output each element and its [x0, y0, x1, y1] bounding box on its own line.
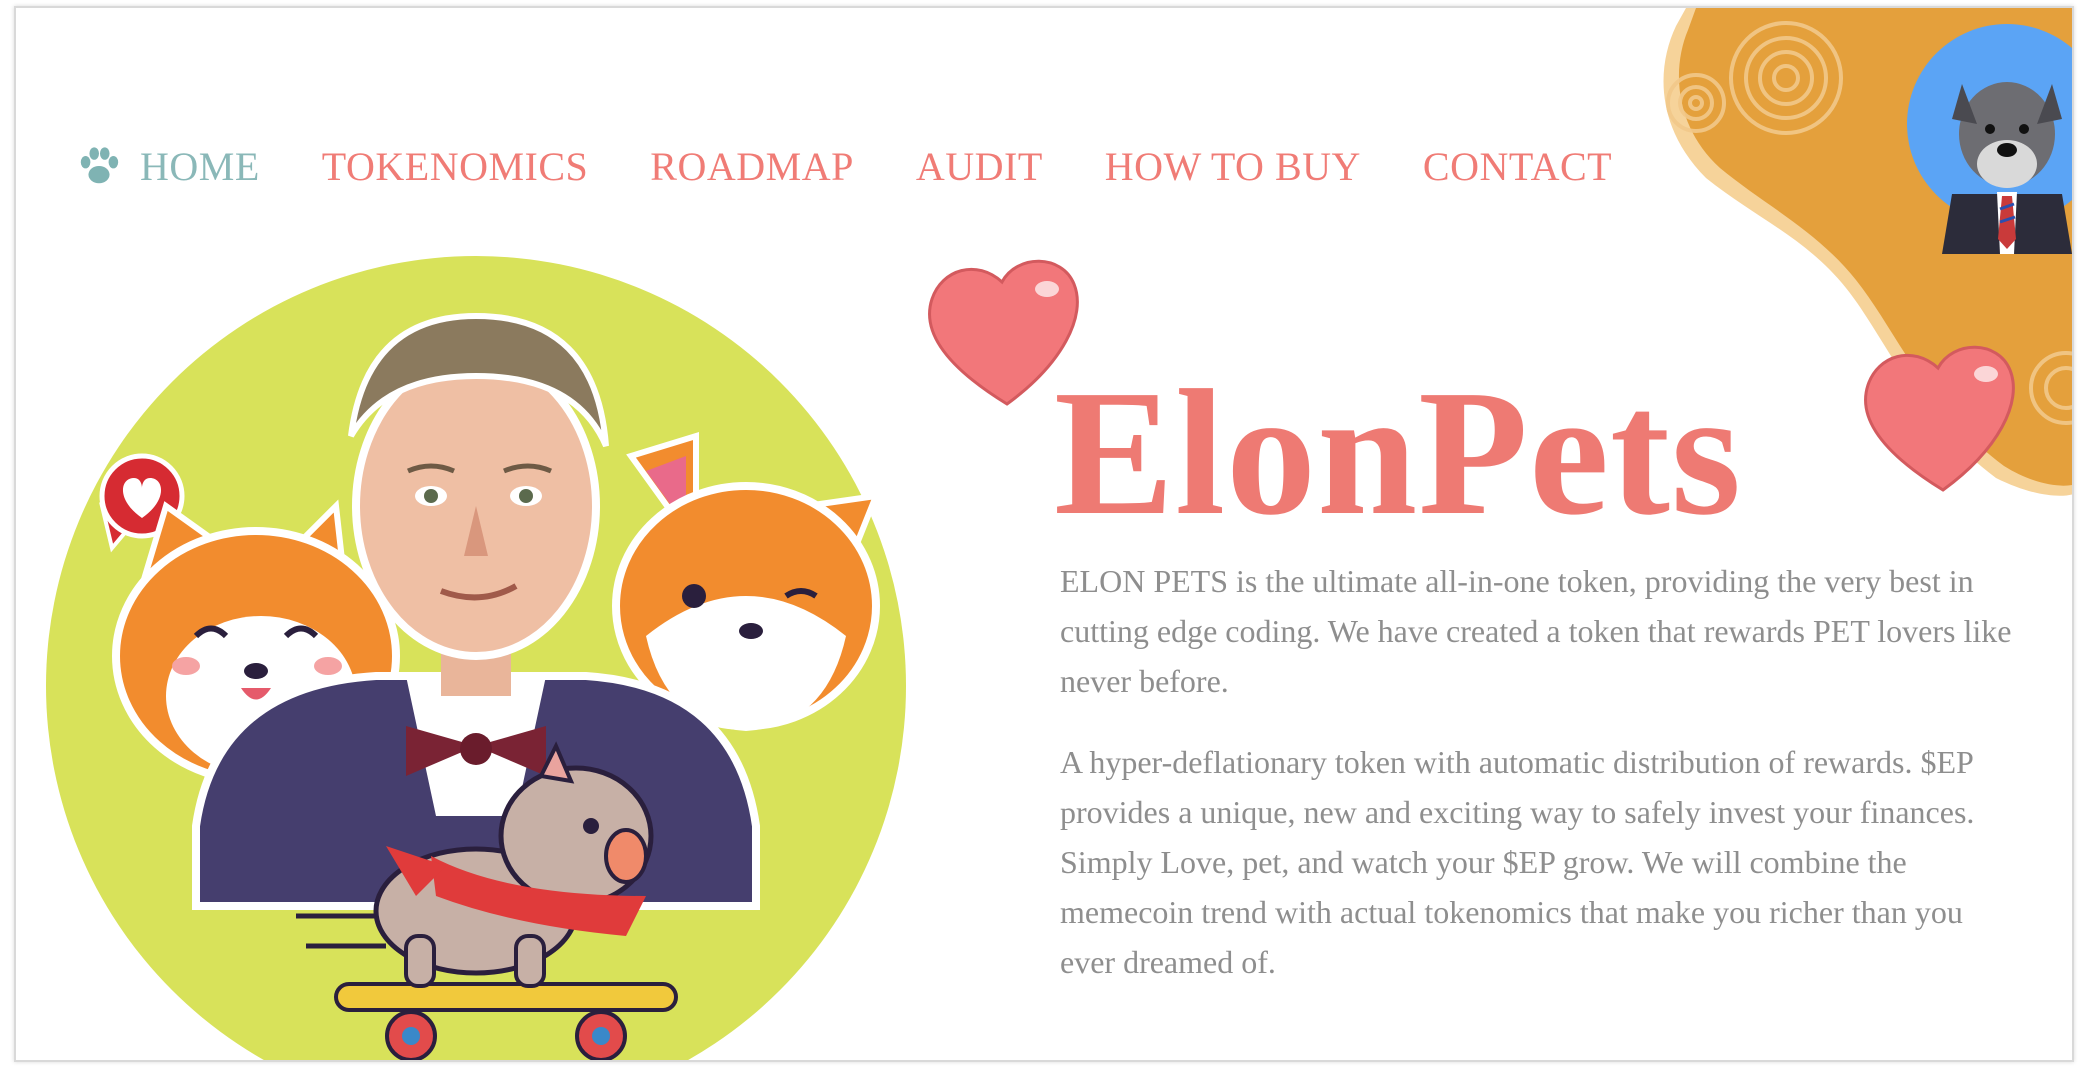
nav-how-to-buy[interactable]: HOW TO BUY: [1105, 143, 1361, 190]
nav-home[interactable]: HOME: [140, 143, 260, 190]
nav-audit[interactable]: AUDIT: [916, 143, 1043, 190]
hero-illustration: [46, 256, 906, 1060]
hero-description-2: A hyper-deflationary token with automati…: [1060, 744, 1975, 980]
hero-title: ElonPets: [1054, 353, 1743, 552]
nav-roadmap[interactable]: ROADMAP: [650, 143, 854, 190]
nav-tokenomics[interactable]: TOKENOMICS: [322, 143, 589, 190]
heart-icon: [1864, 345, 2015, 492]
hero-description-1: ELON PETS is the ultimate all-in-one tok…: [1060, 563, 2012, 699]
main-nav: HOME TOKENOMICS ROADMAP AUDIT HOW TO BUY…: [76, 136, 1674, 196]
paw-icon: [80, 147, 119, 184]
nav-contact[interactable]: CONTACT: [1423, 143, 1612, 190]
page-frame: HOME TOKENOMICS ROADMAP AUDIT HOW TO BUY…: [14, 6, 2074, 1062]
dog-avatar: [1907, 24, 2072, 254]
